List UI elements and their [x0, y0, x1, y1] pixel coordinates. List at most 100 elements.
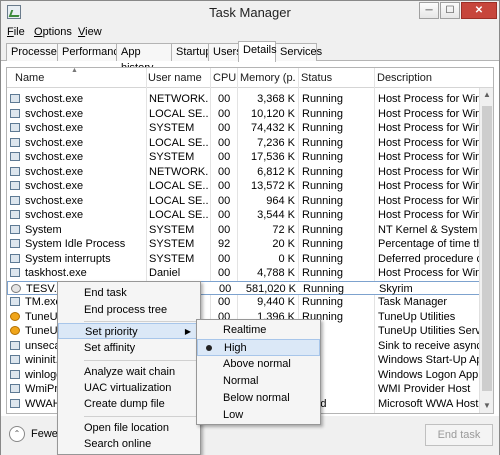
table-row[interactable]: svchost.exe SYSTEM 00 17,536 K Running Host P…: [7, 150, 493, 165]
table-row[interactable]: svchost.exe NETWORK... 00 6,812 K Running Hos…: [7, 165, 493, 180]
menu-separator: [84, 360, 198, 361]
column-header-description[interactable]: Description: [377, 72, 477, 84]
vertical-scrollbar[interactable]: ▲ ▼: [479, 88, 493, 413]
cell-status: Running: [302, 296, 343, 308]
tab-details[interactable]: Details: [238, 41, 277, 62]
tab-processes[interactable]: Processes: [6, 43, 62, 61]
cell-cpu: 00: [218, 223, 231, 236]
menu-separator: [84, 321, 198, 322]
menu-item-open-file-location[interactable]: Open file location: [58, 420, 200, 436]
table-row[interactable]: svchost.exe LOCAL SE... 00 13,572 K Running H…: [7, 179, 493, 194]
table-row[interactable]: svchost.exe LOCAL SE... 00 3,544 K Running Ho…: [7, 208, 493, 223]
title-bar[interactable]: Task Manager ─ ☐ ✕: [1, 1, 499, 23]
cell-memory: 964 K: [266, 194, 295, 207]
cell-description: Host Process for Wind...: [378, 136, 480, 149]
process-icon: [10, 239, 20, 248]
tab-startup[interactable]: Startup: [171, 43, 211, 61]
menu-view[interactable]: View: [78, 26, 102, 38]
priority-submenu: Realtime High Above normal Normal Below …: [196, 319, 321, 425]
cell-user-name: SYSTEM: [149, 252, 195, 265]
cell-user-name: LOCAL SE...: [149, 107, 209, 120]
tab-app-history[interactable]: App history: [116, 43, 172, 74]
priority-normal[interactable]: Normal: [197, 373, 320, 390]
process-icon: [10, 297, 20, 306]
priority-high[interactable]: High: [197, 339, 320, 356]
priority-below-normal[interactable]: Below normal: [197, 390, 320, 407]
column-header-memory[interactable]: Memory (p...: [240, 72, 296, 84]
priority-realtime[interactable]: Realtime: [197, 322, 320, 339]
cell-user-name: LOCAL SE...: [149, 180, 209, 192]
cell-memory: 7,236 K: [257, 136, 295, 149]
table-row[interactable]: svchost.exe LOCAL SE... 00 964 K Running Host…: [7, 194, 493, 209]
minimize-button[interactable]: ─: [419, 2, 439, 19]
cell-memory: 6,812 K: [257, 165, 295, 178]
cell-status: Running: [302, 252, 343, 265]
cell-cpu: 00: [218, 194, 231, 207]
cell-description: Host Process for Wind...: [378, 267, 480, 279]
gear-icon: [11, 283, 21, 293]
cell-memory: 72 K: [272, 223, 295, 236]
table-row[interactable]: System Idle Process SYSTEM 92 20 K Running Pe…: [7, 237, 493, 252]
cell-description: TuneUp Utilities: [378, 310, 456, 323]
cell-description: Percentage of time the ...: [378, 238, 480, 250]
table-row[interactable]: svchost.exe LOCAL SE... 00 7,236 K Running Ho…: [7, 136, 493, 151]
cell-description: NT Kernel & System: [378, 223, 478, 236]
process-icon: [10, 195, 20, 205]
scroll-down-arrow-icon[interactable]: ▼: [480, 399, 493, 413]
cell-cpu: 00: [218, 209, 231, 221]
cell-name: System: [25, 223, 62, 236]
process-icon: [10, 384, 20, 393]
table-row[interactable]: svchost.exe SYSTEM 00 74,432 K Running Host P…: [7, 121, 493, 136]
cell-description: Task Manager: [378, 296, 448, 308]
table-row[interactable]: System SYSTEM 00 72 K Running NT Kernel & Sys…: [7, 223, 493, 238]
cell-description: TuneUp Utilities Service: [378, 325, 480, 337]
maximize-button[interactable]: ☐: [440, 2, 460, 19]
menu-item-set-affinity[interactable]: Set affinity: [58, 340, 200, 356]
radio-selected-icon: [206, 345, 212, 351]
cell-status: Running: [302, 194, 343, 207]
cell-memory: 4,788 K: [257, 267, 295, 279]
column-header-cpu[interactable]: CPU: [213, 72, 237, 84]
cell-status: Running: [302, 151, 343, 163]
tab-strip: Processes Performance App history Startu…: [1, 41, 499, 74]
column-header-status[interactable]: Status: [301, 72, 371, 84]
table-row[interactable]: System interrupts SYSTEM 00 0 K Running Defer…: [7, 252, 493, 267]
cell-memory: 3,368 K: [257, 93, 295, 105]
menu-item-create-dump-file[interactable]: Create dump file: [58, 396, 200, 412]
tab-performance[interactable]: Performance: [57, 43, 125, 61]
cell-cpu: 00: [218, 296, 231, 308]
cell-description: Host Process for Wind...: [378, 151, 480, 163]
menu-item-search-online[interactable]: Search online: [58, 436, 200, 452]
cell-name: svchost.exe: [25, 194, 84, 207]
cell-description: Host Process for Wind...: [378, 209, 480, 221]
cell-cpu: 00: [219, 282, 232, 295]
collapse-chevron-icon[interactable]: ⌃: [9, 426, 25, 442]
end-task-button[interactable]: End task: [425, 424, 493, 446]
close-button[interactable]: ✕: [461, 2, 497, 19]
menu-item-end-task[interactable]: End task: [58, 285, 200, 301]
process-icon: [10, 253, 20, 263]
tab-services[interactable]: Services: [275, 43, 322, 61]
scroll-up-arrow-icon[interactable]: ▲: [480, 88, 493, 102]
cell-memory: 17,536 K: [250, 151, 295, 163]
menu-item-end-process-tree[interactable]: End process tree: [58, 302, 200, 318]
menu-options[interactable]: Options: [34, 26, 72, 38]
table-row[interactable]: svchost.exe NETWORK... 00 3,368 K Running Hos…: [7, 92, 493, 107]
menu-file[interactable]: File: [7, 26, 25, 38]
process-icon: [10, 369, 20, 379]
priority-above-normal[interactable]: Above normal: [197, 356, 320, 373]
menu-item-uac-virtualization[interactable]: UAC virtualization: [58, 380, 200, 396]
cell-status: Running: [303, 282, 344, 295]
column-header-name[interactable]: Name: [15, 72, 145, 84]
column-header-user-name[interactable]: User name: [148, 72, 206, 84]
cell-memory: 581,020 K: [245, 282, 296, 295]
table-row[interactable]: svchost.exe LOCAL SE... 00 10,120 K Running H…: [7, 107, 493, 122]
priority-low[interactable]: Low: [197, 407, 320, 424]
menu-item-analyze-wait-chain[interactable]: Analyze wait chain: [58, 364, 200, 380]
menu-item-set-priority[interactable]: Set priority ▶: [58, 323, 200, 339]
cell-name: svchost.exe: [25, 93, 84, 105]
process-icon: [10, 340, 20, 350]
tab-users[interactable]: Users: [208, 43, 242, 61]
table-row[interactable]: taskhost.exe Daniel 00 4,788 K Running Host P…: [7, 266, 493, 281]
scroll-thumb[interactable]: [482, 106, 492, 391]
